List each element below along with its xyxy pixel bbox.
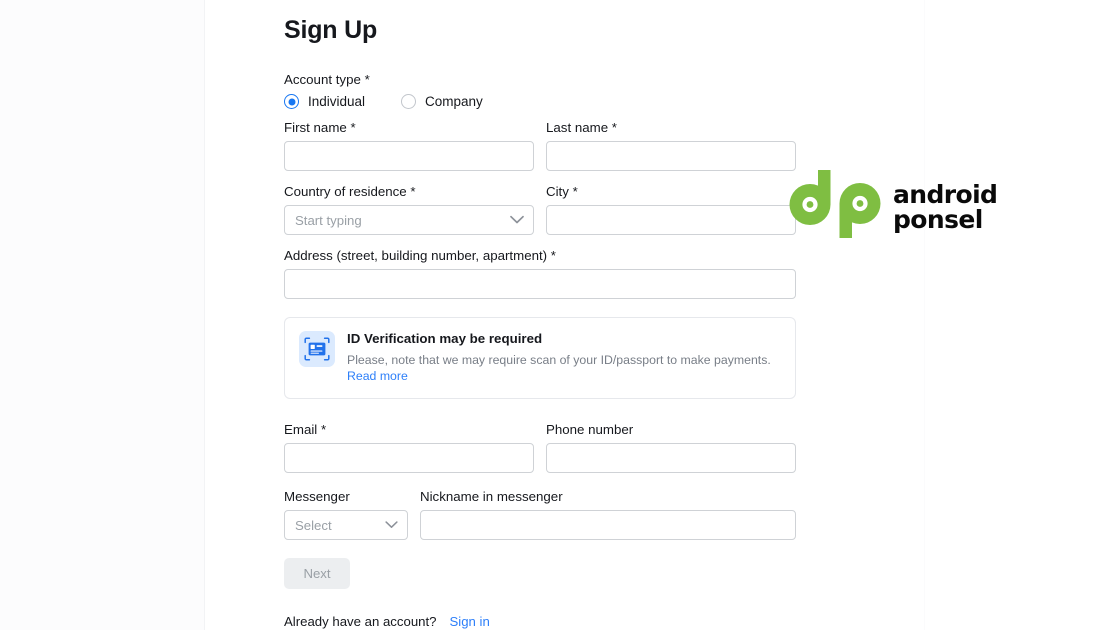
radio-individual-icon[interactable] xyxy=(284,94,299,109)
country-label: Country of residence * xyxy=(284,184,416,199)
nickname-group: Nickname in messenger xyxy=(420,488,796,540)
phone-label: Phone number xyxy=(546,422,634,437)
id-verification-notice: ID Verification may be required Please, … xyxy=(284,317,796,399)
country-select[interactable]: Start typing xyxy=(284,205,534,235)
dp-logo-icon xyxy=(786,168,884,245)
next-button[interactable]: Next xyxy=(284,558,350,589)
signup-form: Sign Up Account type * Individual Compan… xyxy=(284,0,796,629)
last-name-label: Last name * xyxy=(546,120,617,135)
sign-in-row: Already have an account? Sign in xyxy=(284,614,796,629)
notice-body: ID Verification may be required Please, … xyxy=(347,331,781,384)
email-label: Email * xyxy=(284,422,327,437)
account-type-radio-group: Individual Company xyxy=(284,94,796,109)
first-name-input[interactable] xyxy=(284,141,534,171)
first-name-label: First name * xyxy=(284,120,356,135)
nickname-input[interactable] xyxy=(420,510,796,540)
account-type-label: Account type * xyxy=(284,72,370,87)
messenger-select[interactable]: Select xyxy=(284,510,408,540)
messenger-select-wrap: Select xyxy=(284,510,408,540)
country-select-value: Start typing xyxy=(295,212,362,228)
last-name-input[interactable] xyxy=(546,141,796,171)
have-account-text: Already have an account? xyxy=(284,614,437,629)
messenger-group: Messenger Select xyxy=(284,488,408,540)
read-more-link[interactable]: Read more xyxy=(347,369,408,383)
email-input[interactable] xyxy=(284,443,534,473)
city-input[interactable] xyxy=(546,205,796,235)
radio-company-label: Company xyxy=(425,94,483,109)
last-name-group: Last name * xyxy=(546,119,796,171)
name-row: First name * Last name * xyxy=(284,119,796,171)
messenger-row: Messenger Select Nickname in messenger xyxy=(284,488,796,540)
page-gutter-right xyxy=(924,0,1120,630)
messenger-label: Messenger xyxy=(284,489,350,504)
radio-option-individual[interactable]: Individual xyxy=(284,94,401,109)
country-group: Country of residence * Start typing xyxy=(284,183,534,235)
city-label: City * xyxy=(546,184,578,199)
page-title: Sign Up xyxy=(284,16,378,44)
address-label: Address (street, building number, apartm… xyxy=(284,248,556,263)
id-card-scan-icon xyxy=(299,331,335,367)
sign-in-link[interactable]: Sign in xyxy=(450,614,490,629)
nickname-label: Nickname in messenger xyxy=(420,489,563,504)
address-input[interactable] xyxy=(284,269,796,299)
watermark-line-2: ponsel xyxy=(893,204,983,234)
first-name-group: First name * xyxy=(284,119,534,171)
watermark-line-1: android xyxy=(893,179,998,209)
notice-title: ID Verification may be required xyxy=(347,331,543,346)
signup-page: Sign Up Account type * Individual Compan… xyxy=(0,0,1120,630)
messenger-select-value: Select xyxy=(295,517,332,533)
phone-group: Phone number xyxy=(546,421,796,473)
location-row: Country of residence * Start typing City… xyxy=(284,183,796,235)
notice-description: Please, note that we may require scan of… xyxy=(347,353,771,367)
watermark-logo: android ponsel xyxy=(786,168,998,245)
notice-text: Please, note that we may require scan of… xyxy=(347,352,781,384)
address-group: Address (street, building number, apartm… xyxy=(284,247,796,299)
radio-individual-label: Individual xyxy=(308,94,366,109)
phone-input[interactable] xyxy=(546,443,796,473)
city-group: City * xyxy=(546,183,796,235)
page-gutter-left xyxy=(0,0,205,630)
radio-company-icon[interactable] xyxy=(401,94,416,109)
country-select-wrap: Start typing xyxy=(284,205,534,235)
watermark-text: android ponsel xyxy=(893,179,998,234)
radio-option-company[interactable]: Company xyxy=(401,94,483,109)
email-group: Email * xyxy=(284,421,534,473)
contact-row: Email * Phone number xyxy=(284,421,796,473)
